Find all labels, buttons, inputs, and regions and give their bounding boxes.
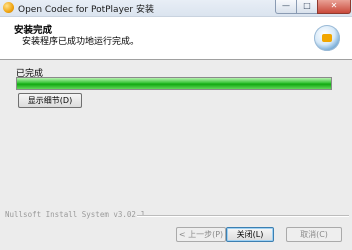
cancel-button[interactable]: 取消(C) [286,227,342,242]
footer-divider [137,215,349,217]
maximize-button[interactable]: □ [296,0,318,14]
close-window-button[interactable]: ✕ [317,0,351,14]
window-title: Open Codec for PotPlayer 安装 [18,5,154,15]
back-button[interactable]: < 上一步(P) [176,227,226,242]
close-button[interactable]: 关闭(L) [226,227,274,242]
progress-fill [17,78,331,89]
show-details-button[interactable]: 显示细节(D) [18,93,82,108]
app-icon [3,2,14,13]
progress-bar [16,77,332,90]
nsis-branding: Nullsoft Install System v3.02.1 [5,210,145,219]
wizard-body: 已完成 显示细节(D) Nullsoft Install System v3.0… [0,60,352,250]
installer-logo-icon [314,25,340,51]
wizard-header: 安装完成 安装程序已成功地运行完成。 [0,17,352,60]
window-titlebar[interactable]: Open Codec for PotPlayer 安装 — □ ✕ [0,0,352,17]
minimize-button[interactable]: — [275,0,297,14]
page-subtitle: 安装程序已成功地运行完成。 [22,37,140,47]
